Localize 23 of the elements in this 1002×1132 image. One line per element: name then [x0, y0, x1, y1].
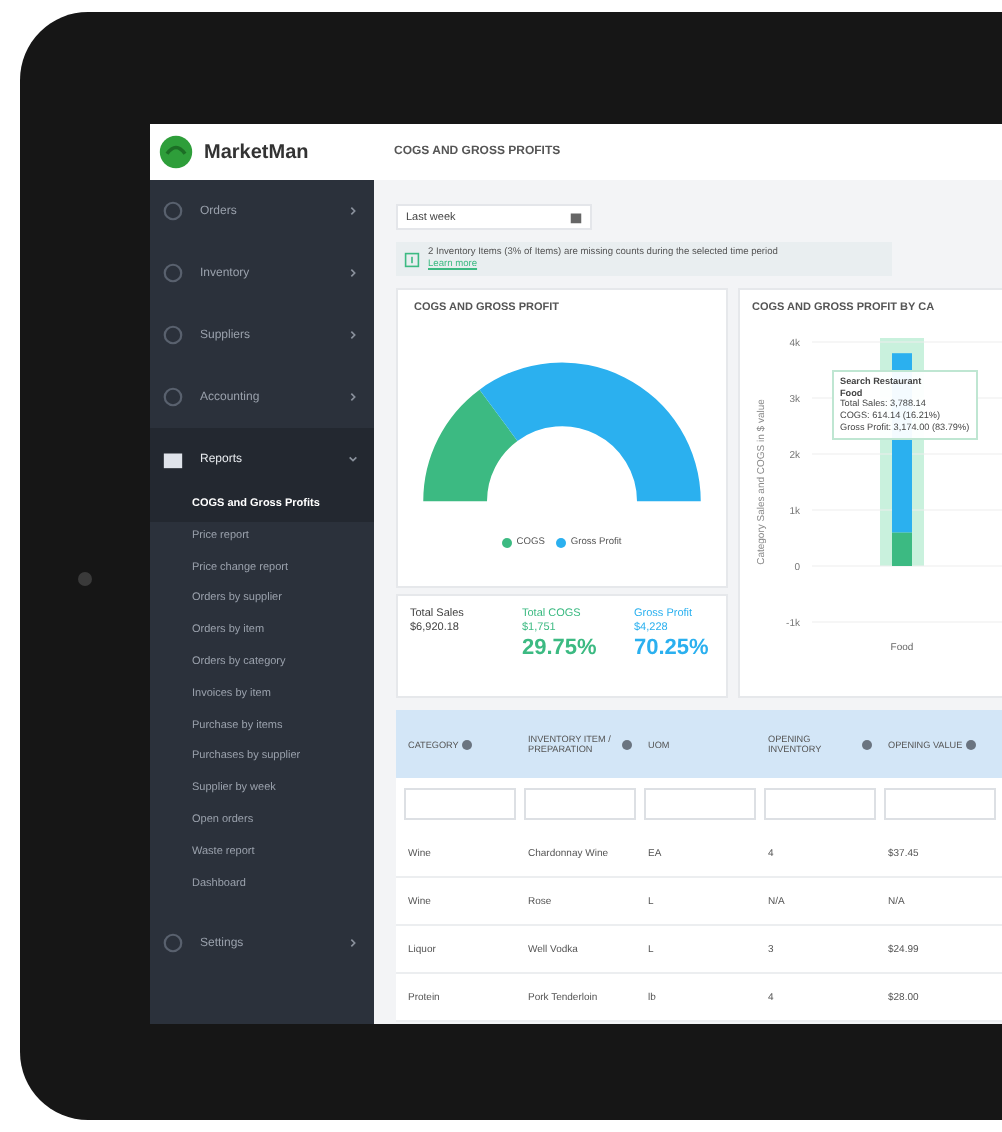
filter-field[interactable] [764, 788, 876, 820]
menu-item-icon [162, 200, 184, 222]
chevron-icon [348, 206, 358, 216]
filter-field[interactable] [524, 788, 636, 820]
menu-item-icon [162, 262, 184, 284]
filter-field[interactable] [884, 788, 996, 820]
chevron-icon [348, 938, 358, 949]
filter-field[interactable] [404, 788, 516, 820]
stat-percent: 29.75% [522, 636, 599, 660]
menu-item-icon [162, 448, 184, 470]
stat-percent: 70.25% [634, 636, 711, 660]
menu-item-icon [162, 932, 184, 955]
chevron-icon [348, 454, 358, 464]
menu-item-icon [162, 386, 184, 408]
alert-icon [404, 252, 420, 268]
menu-item-icon [162, 324, 184, 346]
filter-field[interactable] [644, 788, 756, 820]
chevron-icon [348, 330, 358, 340]
chevron-icon [348, 392, 358, 402]
chevron-icon [348, 268, 358, 278]
logo-icon [158, 134, 194, 170]
camera-icon [78, 572, 92, 586]
logo-text: MarketMan [204, 141, 309, 163]
